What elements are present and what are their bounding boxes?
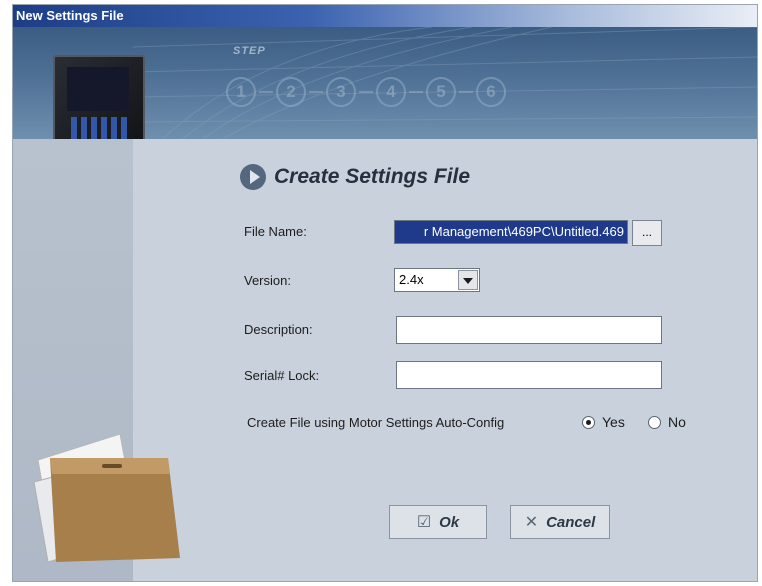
version-value: 2.4x bbox=[399, 272, 424, 287]
autoconfig-no-option[interactable]: No bbox=[648, 414, 686, 430]
relay-device-image bbox=[53, 55, 145, 139]
step-separator bbox=[259, 91, 273, 93]
ok-button[interactable]: ☑ Ok bbox=[389, 505, 487, 539]
step-2: 2 bbox=[276, 77, 306, 107]
step-5: 5 bbox=[426, 77, 456, 107]
cancel-button[interactable]: ✕ Cancel bbox=[510, 505, 610, 539]
serial-lock-field[interactable] bbox=[396, 361, 662, 389]
file-name-label: File Name: bbox=[244, 224, 307, 239]
checkbox-icon: ☑ bbox=[416, 514, 432, 531]
step-6: 6 bbox=[476, 77, 506, 107]
device-screen bbox=[67, 67, 129, 111]
step-4: 4 bbox=[376, 77, 406, 107]
browse-button[interactable]: ... bbox=[632, 220, 662, 246]
step-1: 1 bbox=[226, 77, 256, 107]
version-label: Version: bbox=[244, 273, 291, 288]
step-separator bbox=[409, 91, 423, 93]
step-label: STEP bbox=[233, 45, 266, 57]
folder-image bbox=[33, 433, 180, 563]
step-3: 3 bbox=[326, 77, 356, 107]
version-select[interactable]: 2.4x bbox=[394, 268, 480, 292]
file-name-field[interactable]: r Management\469PC\Untitled.469 bbox=[394, 220, 628, 244]
ok-button-label: Ok bbox=[439, 513, 460, 531]
step-separator bbox=[359, 91, 373, 93]
step-separator bbox=[309, 91, 323, 93]
step-separator bbox=[459, 91, 473, 93]
autoconfig-label: Create File using Motor Settings Auto-Co… bbox=[247, 415, 505, 430]
arrow-circle-icon bbox=[240, 164, 266, 190]
window-title: New Settings File bbox=[13, 5, 757, 27]
description-label: Description: bbox=[244, 322, 313, 337]
no-radio-label: No bbox=[668, 414, 686, 430]
description-field[interactable] bbox=[396, 316, 662, 344]
step-banner: STEP 1 2 3 4 5 6 bbox=[13, 27, 757, 139]
chevron-down-icon[interactable] bbox=[458, 270, 478, 290]
no-radio[interactable] bbox=[648, 415, 661, 429]
serial-lock-label: Serial# Lock: bbox=[244, 368, 320, 383]
heading-text: Create Settings File bbox=[274, 165, 471, 188]
autoconfig-yes-option[interactable]: Yes bbox=[582, 414, 625, 430]
yes-radio[interactable] bbox=[582, 415, 595, 429]
yes-radio-label: Yes bbox=[602, 414, 625, 430]
cancel-button-label: Cancel bbox=[546, 513, 596, 531]
x-icon: ✕ bbox=[524, 514, 539, 531]
device-keypad bbox=[71, 117, 127, 139]
step-indicator: 1 2 3 4 5 6 bbox=[226, 77, 506, 107]
section-heading: Create Settings File bbox=[240, 164, 470, 190]
